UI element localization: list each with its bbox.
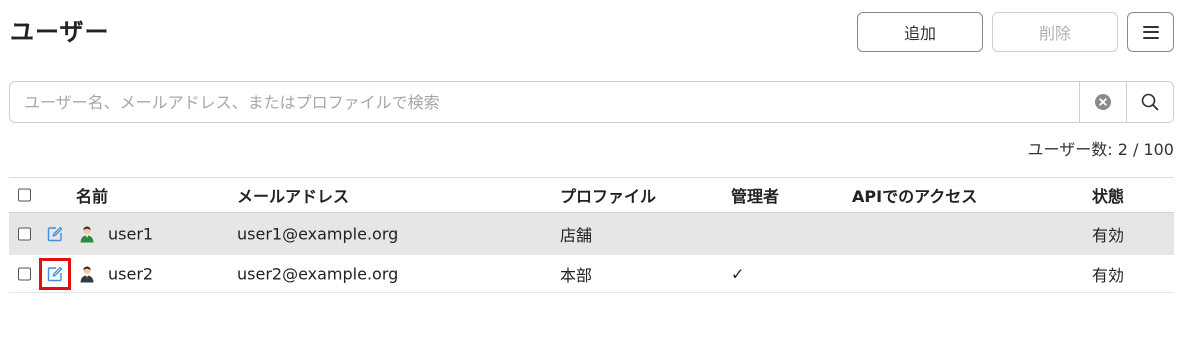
hamburger-menu-icon <box>1142 25 1159 39</box>
column-header-admin[interactable]: 管理者 <box>731 183 779 207</box>
table-header: 名前 メールアドレス プロファイル 管理者 APIでのアクセス 状態 <box>9 177 1174 213</box>
column-header-status[interactable]: 状態 <box>1092 183 1124 207</box>
row-checkbox[interactable] <box>18 267 31 280</box>
user-name: user1 <box>108 224 154 243</box>
search-bar <box>9 81 1174 123</box>
clear-circle-icon <box>1095 94 1111 110</box>
user-status: 有効 <box>1092 225 1125 245</box>
user-email: user2@example.org <box>237 264 399 283</box>
column-header-profile[interactable]: プロファイル <box>560 183 656 207</box>
menu-button[interactable] <box>1127 12 1174 52</box>
select-all-checkbox[interactable] <box>18 188 31 202</box>
page-title: ユーザー <box>10 18 110 46</box>
row-checkbox[interactable] <box>18 227 31 240</box>
user-name: user2 <box>108 264 154 283</box>
table-row[interactable]: user1 user1@example.org 店舗 有効 <box>9 213 1174 255</box>
user-count: ユーザー数: 2 / 100 <box>1027 140 1174 159</box>
add-button[interactable]: 追加 <box>857 12 983 52</box>
clear-search-button[interactable] <box>1079 82 1126 122</box>
search-input[interactable] <box>10 82 1079 122</box>
edit-icon <box>47 266 63 281</box>
table-row[interactable]: user2 user2@example.org 本部 ✓ 有効 <box>9 255 1174 293</box>
users-table: 名前 メールアドレス プロファイル 管理者 APIでのアクセス 状態 user1… <box>9 177 1174 293</box>
user-email: user1@example.org <box>237 224 399 243</box>
column-header-api-access[interactable]: APIでのアクセス <box>852 183 977 207</box>
column-header-name[interactable]: 名前 <box>76 183 108 207</box>
admin-avatar-icon <box>80 266 94 282</box>
edit-icon <box>47 226 63 241</box>
edit-button[interactable] <box>39 257 71 290</box>
admin-checkmark-icon: ✓ <box>731 264 745 283</box>
edit-button[interactable] <box>46 225 64 243</box>
column-header-email[interactable]: メールアドレス <box>237 183 349 207</box>
user-status: 有効 <box>1092 265 1125 285</box>
user-profile: 本部 <box>560 265 593 285</box>
user-profile: 店舗 <box>560 225 593 245</box>
user-avatar-icon <box>80 226 94 242</box>
delete-button[interactable]: 削除 <box>992 12 1118 52</box>
search-button[interactable] <box>1126 82 1173 122</box>
search-icon <box>1141 93 1159 111</box>
